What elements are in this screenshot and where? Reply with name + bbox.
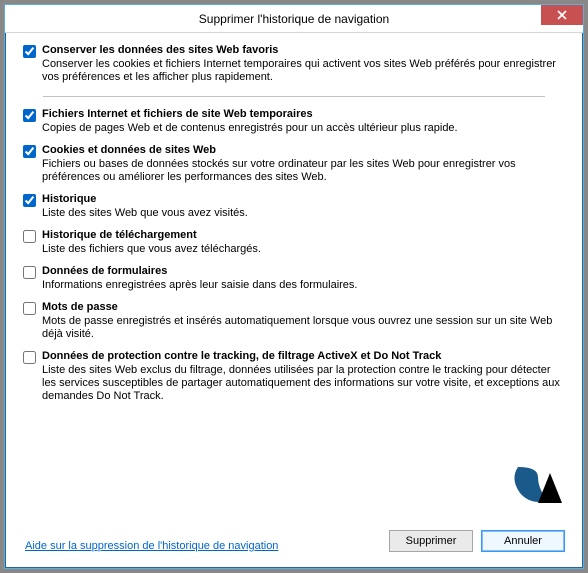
checkbox-preserve-favorites[interactable] — [23, 45, 36, 58]
option-label: Historique — [42, 192, 565, 206]
option-desc: Conserver les cookies et fichiers Intern… — [42, 58, 565, 84]
checkbox-download-history[interactable] — [23, 230, 36, 243]
option-tracking-protection: Données de protection contre le tracking… — [23, 349, 565, 403]
close-icon — [557, 10, 567, 20]
option-label: Conserver les données des sites Web favo… — [42, 43, 565, 57]
dialog-content: Conserver les données des sites Web favo… — [5, 33, 583, 568]
option-desc: Liste des sites Web exclus du filtrage, … — [42, 364, 565, 403]
titlebar: Supprimer l'historique de navigation — [5, 5, 583, 33]
option-label: Cookies et données de sites Web — [42, 143, 565, 157]
option-label: Historique de téléchargement — [42, 228, 565, 242]
option-desc: Liste des sites Web que vous avez visité… — [42, 207, 565, 220]
checkbox-passwords[interactable] — [23, 302, 36, 315]
cancel-button[interactable]: Annuler — [481, 530, 565, 552]
delete-button[interactable]: Supprimer — [389, 530, 473, 552]
checkbox-temp-files[interactable] — [23, 109, 36, 122]
option-label: Mots de passe — [42, 300, 565, 314]
option-label: Données de formulaires — [42, 264, 565, 278]
dialog-window: Supprimer l'historique de navigation Con… — [4, 4, 584, 569]
option-label: Fichiers Internet et fichiers de site We… — [42, 107, 565, 121]
option-history: Historique Liste des sites Web que vous … — [23, 192, 565, 220]
button-row: Aide sur la suppression de l'historique … — [23, 524, 565, 560]
option-desc: Informations enregistrées après leur sai… — [42, 279, 565, 292]
checkbox-history[interactable] — [23, 194, 36, 207]
help-link[interactable]: Aide sur la suppression de l'historique … — [25, 540, 278, 552]
window-title: Supprimer l'historique de navigation — [199, 12, 389, 26]
option-form-data: Données de formulaires Informations enre… — [23, 264, 565, 292]
checkbox-cookies[interactable] — [23, 145, 36, 158]
option-cookies: Cookies et données de sites Web Fichiers… — [23, 143, 565, 184]
option-label: Données de protection contre le tracking… — [42, 349, 565, 363]
option-passwords: Mots de passe Mots de passe enregistrés … — [23, 300, 565, 341]
close-button[interactable] — [541, 5, 583, 25]
option-download-history: Historique de téléchargement Liste des f… — [23, 228, 565, 256]
option-desc: Liste des fichiers que vous avez télécha… — [42, 243, 565, 256]
option-temp-files: Fichiers Internet et fichiers de site We… — [23, 107, 565, 135]
checkbox-form-data[interactable] — [23, 266, 36, 279]
option-desc: Copies de pages Web et de contenus enreg… — [42, 122, 565, 135]
separator — [43, 96, 545, 97]
option-desc: Mots de passe enregistrés et insérés aut… — [42, 315, 565, 341]
option-preserve-favorites: Conserver les données des sites Web favo… — [23, 43, 565, 84]
checkbox-tracking-protection[interactable] — [23, 351, 36, 364]
option-desc: Fichiers ou bases de données stockés sur… — [42, 158, 565, 184]
